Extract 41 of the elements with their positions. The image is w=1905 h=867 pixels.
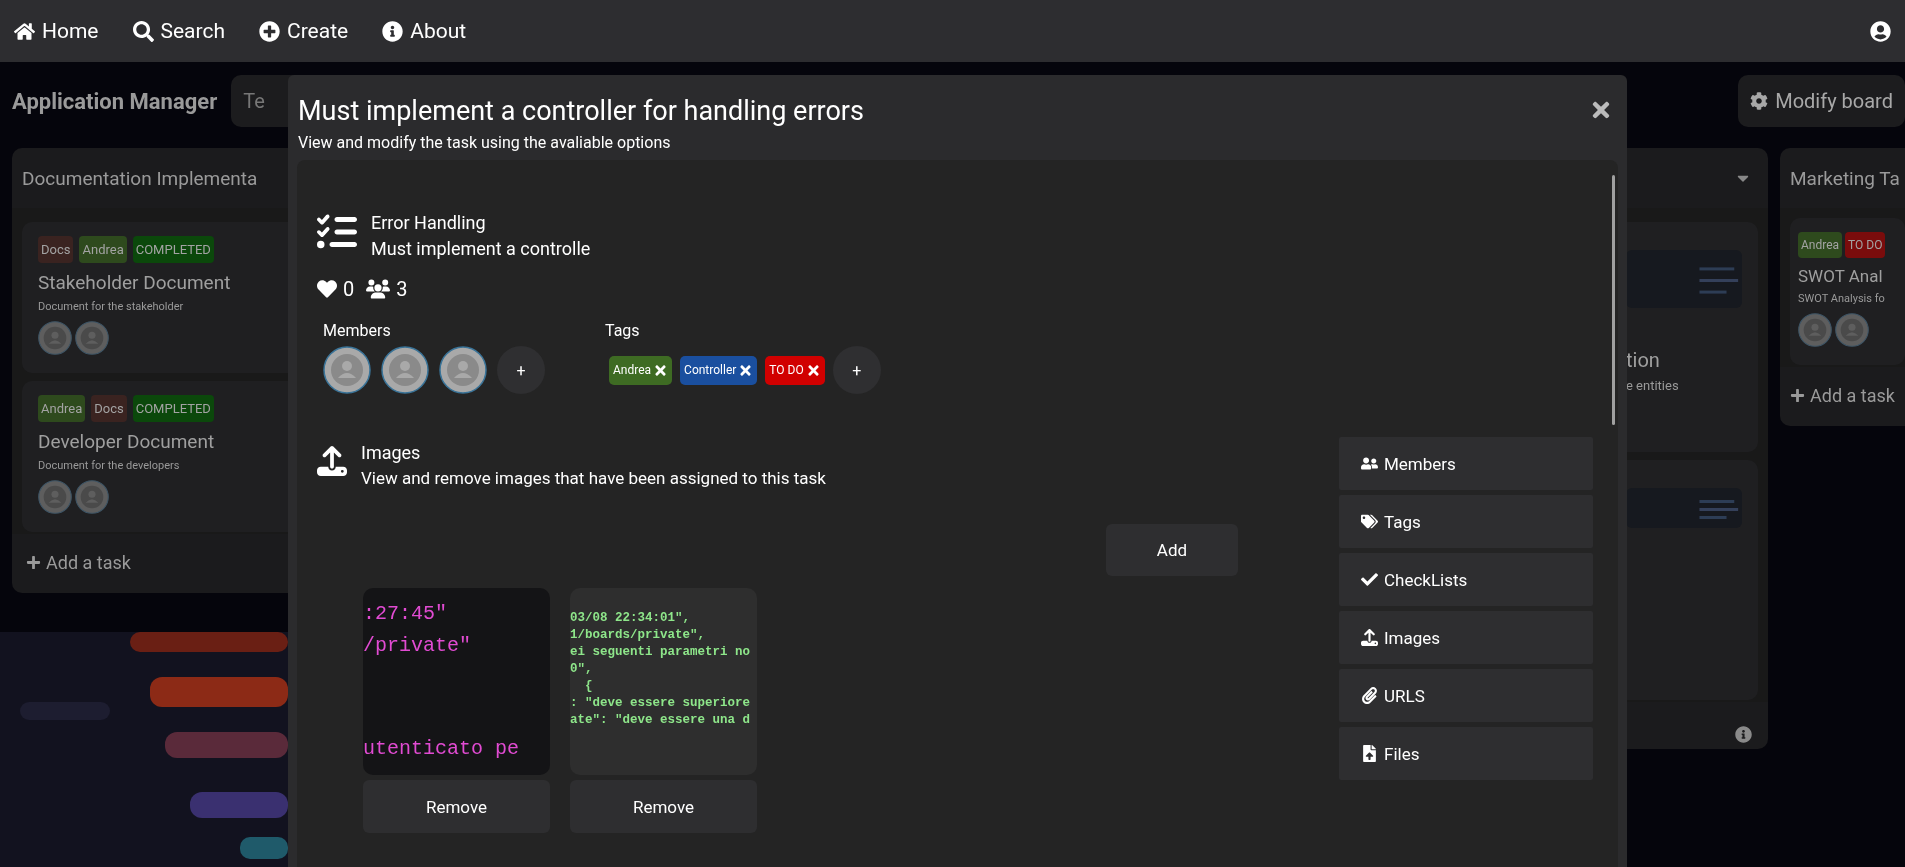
member-count: 3 [396,277,408,301]
code-line: utenticato pe [363,736,521,762]
code-line: { [584,678,594,695]
task-name: Error Handling [371,212,487,233]
tag: Docs [91,395,127,422]
code-line: ate": "deve essere una d [570,712,752,729]
board-title: Application Manager [12,88,218,114]
tag: COMPLETED [132,395,214,422]
task-description: Must implement a controlle [371,238,591,259]
task-description: SWOT Analysis fo [1798,292,1886,305]
code-line: : "deve essere superiore [570,695,752,712]
column-title: Documentation Implementa [22,166,258,190]
task-description: Document for the stakeholder [38,300,185,313]
tag: COMPLETED [132,236,214,263]
dialog-title: Must implement a controller for handling errors [298,95,864,127]
column-title: Marketing Ta [1790,166,1900,190]
code-line: ei seguenti parametri no [570,644,752,661]
task-title: tion [1626,348,1661,372]
tag: Andrea [609,355,673,385]
tag: Andrea [79,236,127,263]
tag: TO DO [765,355,825,385]
task-title: SWOT Anal [1798,266,1884,286]
section-description: View and remove images that have been assigned to this task [361,468,826,488]
section-title: Images [361,442,422,463]
code-line: 0", [570,661,594,678]
code-line: 1/boards/private", [570,627,707,644]
task-description: e entities [1626,378,1680,393]
tags-label: Tags [605,321,641,340]
task-title: Stakeholder Document [38,271,232,294]
task-description: Document for the developers [38,459,181,472]
code-line: :27:45" [363,601,448,627]
dialog-subtitle: View and modify the task using the avaliable options [297,132,672,152]
tag: Controller [680,355,758,385]
tag: TO DO [1845,232,1886,258]
tag: Andrea [38,395,86,422]
code-line: 03/08 22:34:01", [570,610,692,627]
tag: Andrea [1798,232,1843,258]
tag: Docs [38,236,74,263]
code-line: /private" [363,633,473,659]
task-title: Developer Document [38,430,216,453]
like-count: 0 [343,277,355,301]
